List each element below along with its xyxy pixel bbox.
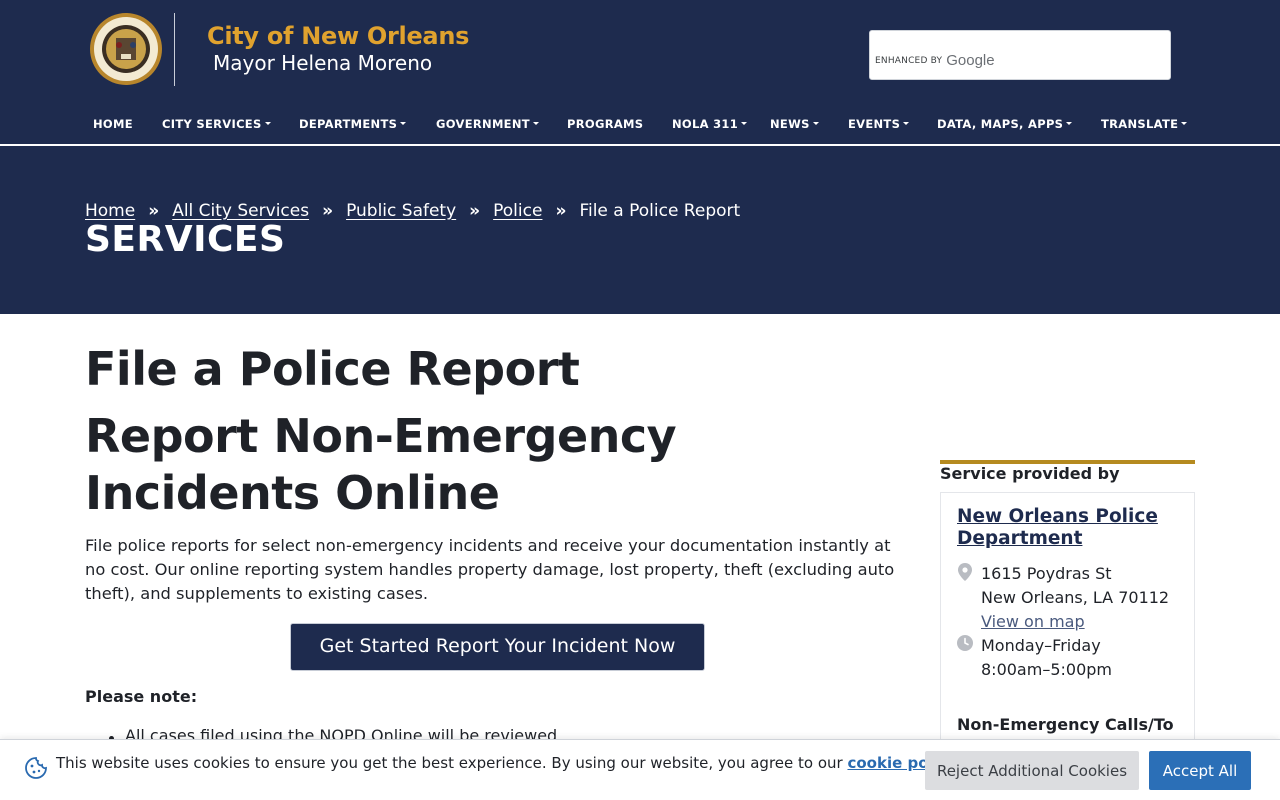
intro-paragraph: File police reports for select non-emerg…	[85, 536, 895, 603]
note-label: Please note:	[85, 687, 198, 706]
department-link[interactable]: New Orleans Police Department	[957, 506, 1187, 550]
cookie-text: This website uses cookies to ensure you …	[56, 754, 843, 772]
search-enhanced-by: ENHANCED BY Google	[875, 50, 995, 69]
nav-item-translate[interactable]: TRANSLATE	[1101, 112, 1188, 136]
breadcrumb-all-city-services[interactable]: All City Services	[172, 201, 309, 221]
search-input[interactable]: ENHANCED BY Google	[869, 30, 1171, 80]
breadcrumb-separator: »	[469, 201, 481, 221]
nav-item-news[interactable]: NEWS	[770, 112, 819, 136]
view-on-map-link[interactable]: View on map	[981, 612, 1085, 631]
caret-down-icon	[812, 122, 819, 125]
accept-all-button[interactable]: Accept All	[1149, 751, 1251, 790]
nav-item-label: HOME	[93, 117, 133, 131]
caret-down-icon	[532, 122, 539, 125]
city-seal-icon[interactable]	[89, 12, 163, 86]
nav-item-label: EVENTS	[848, 117, 901, 131]
hours-days: Monday–Friday	[981, 636, 1101, 655]
non-emergency-calls-label: Non-Emergency Calls/To	[957, 715, 1174, 734]
cookie-message: This website uses cookies to ensure you …	[56, 754, 962, 772]
nav-item-events[interactable]: EVENTS	[848, 112, 910, 136]
address-line-2: New Orleans, LA 70112	[981, 588, 1170, 607]
caret-down-icon	[903, 122, 910, 125]
reject-cookies-button[interactable]: Reject Additional Cookies	[925, 751, 1139, 790]
breadcrumb: Home » All City Services » Public Safety » Pol…	[85, 201, 740, 221]
main-nav: HOME CITY SERVICES DEPARTMENTS GOVERNMEN…	[0, 112, 1280, 136]
nav-item-label: NEWS	[770, 117, 810, 131]
nav-item-label: DATA, MAPS, APPS	[937, 117, 1064, 131]
get-started-button[interactable]: Get Started Report Your Incident Now	[290, 623, 705, 671]
clock-icon	[957, 635, 973, 651]
site-header: City of New Orleans Mayor Helena Moreno …	[0, 0, 1280, 145]
caret-down-icon	[1181, 122, 1188, 125]
brand-divider	[174, 13, 175, 86]
breadcrumb-police[interactable]: Police	[493, 201, 542, 221]
nav-item-nola-311[interactable]: NOLA 311	[672, 112, 748, 136]
breadcrumb-separator: »	[555, 201, 567, 221]
nav-item-label: TRANSLATE	[1101, 117, 1179, 131]
nav-item-departments[interactable]: DEPARTMENTS	[299, 112, 407, 136]
nav-item-data-maps-apps[interactable]: DATA, MAPS, APPS	[937, 112, 1073, 136]
nav-item-label: CITY SERVICES	[162, 117, 262, 131]
google-brand: Google	[946, 52, 995, 69]
nav-item-label: PROGRAMS	[567, 117, 644, 131]
hours-time: 8:00am–5:00pm	[981, 660, 1112, 679]
breadcrumb-current: File a Police Report	[579, 201, 741, 221]
breadcrumb-public-safety[interactable]: Public Safety	[346, 201, 456, 221]
nav-item-government[interactable]: GOVERNMENT	[436, 112, 539, 136]
nav-item-label: NOLA 311	[672, 117, 739, 131]
nav-item-home[interactable]: HOME	[93, 112, 133, 136]
site-subtitle: Mayor Helena Moreno	[213, 51, 433, 75]
breadcrumb-home[interactable]: Home	[85, 201, 135, 221]
map-pin-icon	[958, 563, 972, 581]
enhanced-by-label: ENHANCED BY	[875, 56, 943, 66]
site-title[interactable]: City of New Orleans	[207, 22, 469, 50]
hours-block: Monday–Friday 8:00am–5:00pm	[981, 634, 1112, 682]
section-title: SERVICES	[85, 219, 286, 260]
caret-down-icon	[400, 122, 407, 125]
address-block: 1615 Poydras St New Orleans, LA 70112 Vi…	[981, 562, 1169, 634]
address-line-1: 1615 Poydras St	[981, 564, 1112, 583]
nav-item-label: GOVERNMENT	[436, 117, 530, 131]
caret-down-icon	[1066, 122, 1073, 125]
sidebar-heading: Service provided by	[940, 464, 1120, 483]
nav-item-programs[interactable]: PROGRAMS	[567, 112, 643, 136]
caret-down-icon	[741, 122, 748, 125]
nav-item-city-services[interactable]: CITY SERVICES	[162, 112, 271, 136]
breadcrumb-separator: »	[148, 201, 160, 221]
cookie-icon	[25, 757, 47, 779]
nav-item-label: DEPARTMENTS	[299, 117, 398, 131]
page-subtitle: Report Non-Emergency Incidents Online	[85, 409, 677, 520]
caret-down-icon	[264, 122, 271, 125]
breadcrumb-separator: »	[322, 201, 334, 221]
cookie-consent-bar: This website uses cookies to ensure you …	[0, 739, 1280, 800]
page-title: File a Police Report	[85, 342, 580, 396]
